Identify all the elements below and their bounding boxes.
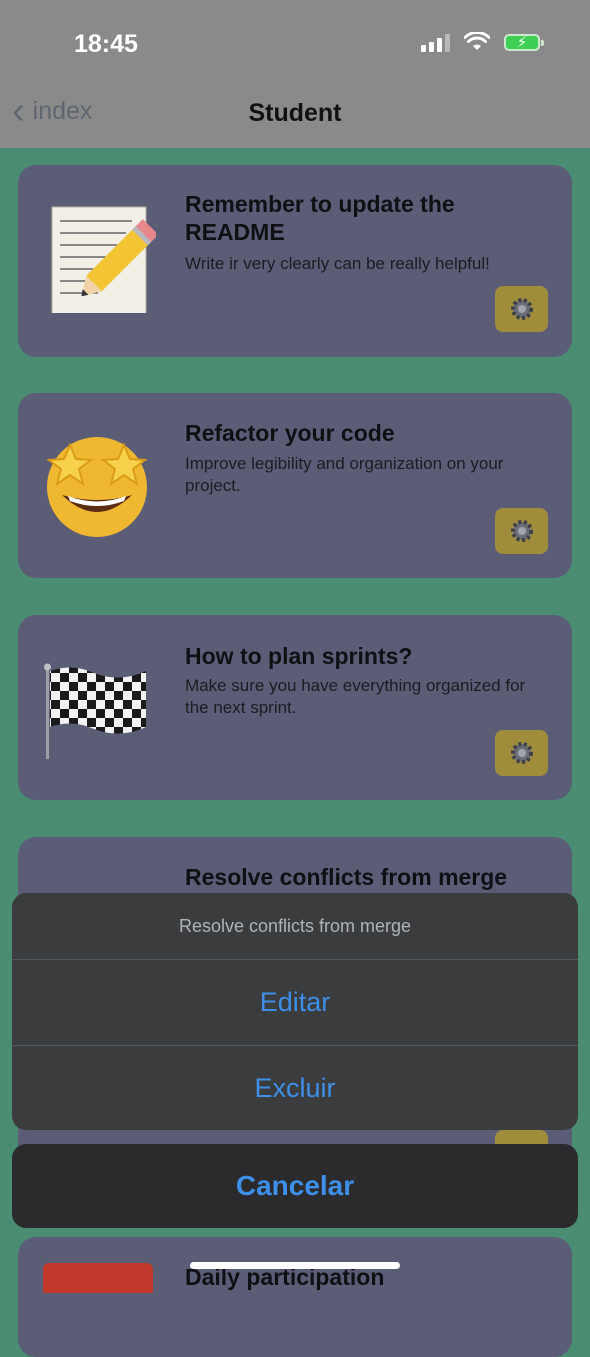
battery-charging-icon: ⚡ bbox=[504, 33, 544, 51]
edit-button[interactable]: Editar bbox=[12, 960, 578, 1045]
status-time: 18:45 bbox=[74, 30, 138, 58]
page-title: Student bbox=[248, 99, 342, 127]
top-bar: 18:45 ⚡ ‹ index Student bbox=[0, 0, 590, 148]
wifi-icon bbox=[464, 32, 490, 50]
cancel-button[interactable]: Cancelar bbox=[12, 1144, 578, 1228]
action-sheet-title: Resolve conflicts from merge bbox=[12, 893, 578, 960]
status-icons: ⚡ bbox=[421, 32, 544, 52]
delete-button[interactable]: Excluir bbox=[12, 1045, 578, 1130]
cellular-signal-icon bbox=[421, 32, 450, 52]
home-indicator[interactable] bbox=[190, 1262, 400, 1269]
action-sheet: Resolve conflicts from merge Editar Excl… bbox=[12, 893, 578, 1130]
